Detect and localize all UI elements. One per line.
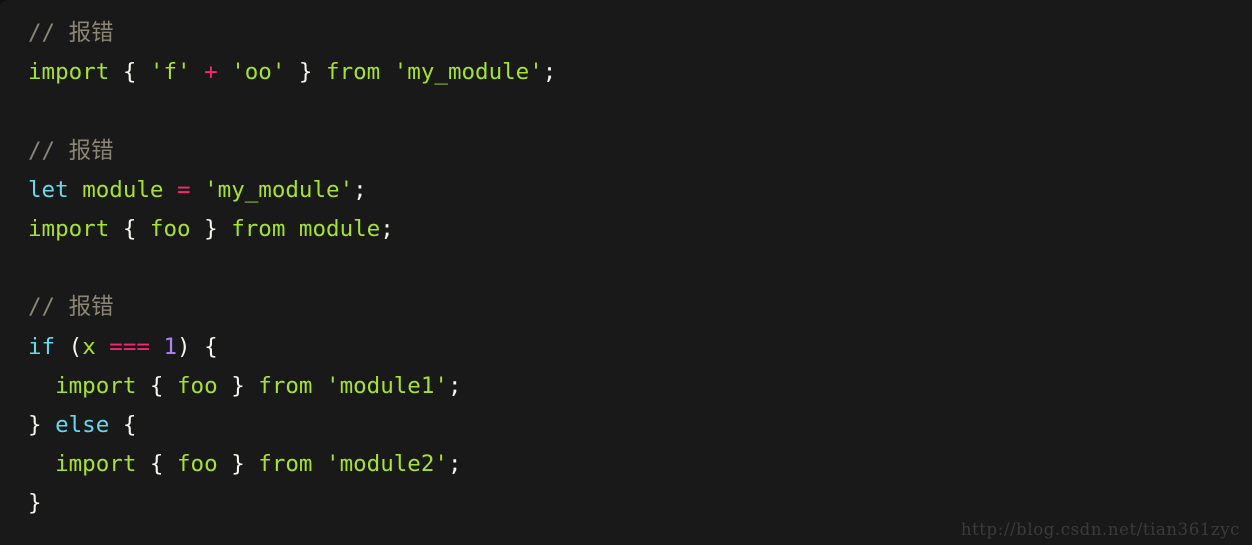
code-token-ident: from xyxy=(312,59,394,86)
code-token-punct: { xyxy=(149,451,178,478)
code-token-string: 'module1' xyxy=(326,372,448,399)
code-editor-surface[interactable]: // 报错 import { 'f' + 'oo' } from 'my_modu… xyxy=(0,0,1252,545)
code-token-punct: { xyxy=(122,215,150,242)
code-token-operator: === xyxy=(109,333,150,360)
code-line: } xyxy=(28,484,1252,523)
code-token-punct: { xyxy=(149,372,178,399)
code-token-ident: module xyxy=(82,176,164,203)
code-content[interactable]: // 报错 import { 'f' + 'oo' } from 'my_modu… xyxy=(28,14,1252,523)
code-token-operator: + xyxy=(204,59,218,86)
code-token-ident: import xyxy=(55,451,150,478)
code-token-ident: import xyxy=(28,215,123,242)
code-token-string: 'module2' xyxy=(326,451,448,478)
code-token-string: 'my_module' xyxy=(393,59,543,86)
code-token-punct: { xyxy=(109,411,137,438)
code-token-ident: from xyxy=(244,372,327,399)
code-line: let module = 'my_module'; xyxy=(28,171,1252,210)
watermark-url: http://blog.csdn.net/tian361zyc xyxy=(960,520,1240,539)
code-token-keyword: else xyxy=(55,411,110,438)
code-token-punct: } xyxy=(28,411,56,438)
code-token-ident: foo xyxy=(149,215,191,242)
code-line: import { 'f' + 'oo' } from 'my_module'; xyxy=(28,53,1252,92)
code-token-punct: ; xyxy=(380,215,394,242)
code-line: if (x === 1) { xyxy=(28,328,1252,367)
code-token-comment: // 报错 xyxy=(28,20,114,46)
code-token-keyword: let xyxy=(28,176,69,203)
code-token-comment: // 报错 xyxy=(28,294,114,321)
code-token-ident: import xyxy=(55,372,150,399)
code-token-punct: ) { xyxy=(177,333,218,360)
code-token-punct: } xyxy=(217,372,245,399)
code-line: import { foo } from 'module1'; xyxy=(28,367,1252,406)
code-line: // 报错 xyxy=(28,132,1252,171)
code-token-string: 'f' xyxy=(149,59,191,86)
code-token-string: 'my_module' xyxy=(204,176,354,203)
code-token-punct: } xyxy=(190,215,218,242)
code-token-punct: ; xyxy=(353,176,367,203)
code-line: import { foo } from module; xyxy=(28,210,1252,249)
code-token-punct: ; xyxy=(447,372,462,399)
code-token-punct: } xyxy=(285,59,313,86)
code-token-ident: from xyxy=(244,451,327,478)
code-token-ident: from module xyxy=(217,215,381,242)
code-token-operator: = xyxy=(177,176,191,203)
code-token-punct: ( xyxy=(55,333,83,360)
code-token-string: 'oo' xyxy=(231,59,286,86)
code-token-ident: foo xyxy=(177,451,218,478)
code-token-ident: foo xyxy=(177,372,218,399)
code-token-comment: // 报错 xyxy=(28,137,114,164)
code-token-punct: ; xyxy=(542,59,557,86)
code-token-number: 1 xyxy=(163,333,178,360)
code-token-ident: x xyxy=(82,333,96,360)
code-line: // 报错 xyxy=(28,14,1252,53)
code-token-punct: } xyxy=(217,451,245,478)
code-line: } else { xyxy=(28,406,1252,445)
code-token-punct: } xyxy=(28,490,42,517)
code-line: import { foo } from 'module2'; xyxy=(28,445,1252,484)
code-token-ident: import xyxy=(28,59,123,86)
code-token-keyword: if xyxy=(28,333,56,360)
code-line: // 报错 xyxy=(28,288,1252,327)
code-token-punct: ; xyxy=(447,451,462,478)
code-token-punct: { xyxy=(122,59,150,86)
